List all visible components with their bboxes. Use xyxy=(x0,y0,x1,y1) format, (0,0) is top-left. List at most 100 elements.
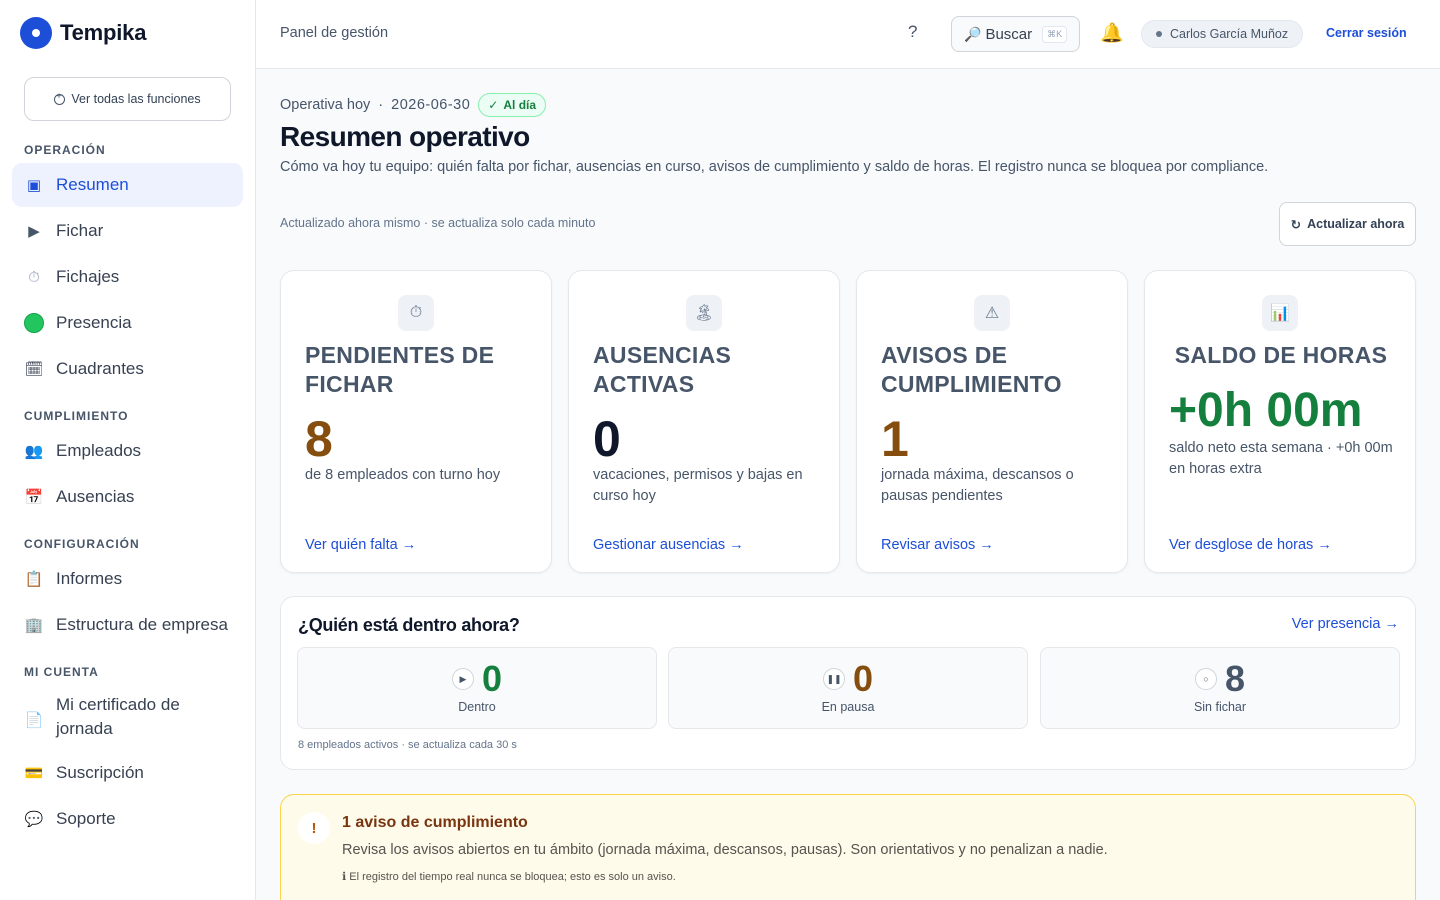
card-title: AVISOS DE CUMPLIMIENTO xyxy=(881,342,1062,397)
card-title: AUSENCIAS ACTIVAS xyxy=(593,342,732,397)
search-shortcut: ⌘K xyxy=(1042,25,1068,43)
clipboard-icon: 📋 xyxy=(24,571,44,588)
sidebar-item-label: Presencia xyxy=(56,313,132,332)
card-description: jornada máxima, descansos o pausas pendi… xyxy=(881,467,1074,504)
status-badge: ✓ Al día xyxy=(478,93,547,117)
stat-label: Sin fichar xyxy=(1193,700,1247,714)
sidebar-item-label: Estructura de empresa xyxy=(56,615,228,634)
building-icon: 🏢 xyxy=(24,617,44,634)
sidebar-item-cuadrantes[interactable]: 🗓 Cuadrantes xyxy=(12,347,243,391)
stat-label: Dentro xyxy=(458,700,496,714)
presence-stat-sin-fichar[interactable]: ○ 8 Sin fichar xyxy=(1040,647,1400,729)
sidebar-item-fichar[interactable]: ▶ Fichar xyxy=(12,209,243,253)
card-link[interactable]: Ver desglose de horas → xyxy=(1169,537,1332,553)
people-icon: 👥 xyxy=(24,443,44,460)
sidebar-item-empleados[interactable]: 👥 Empleados xyxy=(12,429,243,473)
presence-title: ¿Quién está dentro ahora? xyxy=(298,615,520,635)
user-menu[interactable]: Carlos García Muñoz xyxy=(1141,20,1304,48)
card-saldo: 📊 SALDO DE HORAS +0h 00m saldo neto esta… xyxy=(1144,270,1416,573)
help-icon[interactable]: ? xyxy=(908,22,917,42)
play-icon: ▶ xyxy=(28,223,40,240)
card-ausencias: 🏝 AUSENCIAS ACTIVAS 0 vacaciones, permis… xyxy=(568,270,840,573)
breadcrumb: Panel de gestión xyxy=(280,25,389,41)
refresh-button[interactable]: ↻ Actualizar ahora xyxy=(1279,202,1416,246)
all-features-button[interactable]: Ver todas las funciones xyxy=(24,77,231,121)
info-icon: ℹ xyxy=(342,871,347,883)
card-value: 8 xyxy=(305,411,333,467)
stat-value: 0 xyxy=(852,658,874,699)
presence-stat-dentro[interactable]: ▶ 0 Dentro xyxy=(297,647,657,729)
warning-note-text: El registro del tiempo real nunca se blo… xyxy=(349,871,676,883)
updated-text: Actualizado ahora mismo · se actualiza s… xyxy=(280,216,596,230)
search-label: Buscar xyxy=(985,25,1033,43)
sidebar-item-soporte[interactable]: 💬 Soporte xyxy=(12,797,243,841)
presence-panel: ¿Quién está dentro ahora? Ver presencia … xyxy=(280,596,1416,770)
stat-value: 0 xyxy=(481,658,503,699)
sidebar-item-label: Ausencias xyxy=(56,487,135,506)
sidebar-item-label: Soporte xyxy=(56,809,116,828)
stat-value: 8 xyxy=(1224,658,1246,699)
stat-label: En pausa xyxy=(821,700,875,714)
sidebar-item-label: Suscripción xyxy=(56,763,144,782)
section-label-operacion: OPERACIÓN xyxy=(24,143,106,157)
circle-icon: ○ xyxy=(1194,668,1217,690)
page-description: Cómo va hoy tu equipo: quién falta por f… xyxy=(280,159,1269,175)
sidebar-item-informes[interactable]: 📋 Informes xyxy=(12,557,243,601)
card-description: de 8 empleados con turno hoy xyxy=(305,467,501,483)
logout-link[interactable]: Cerrar sesión xyxy=(1326,26,1407,40)
refresh-icon: ↻ xyxy=(1290,217,1302,232)
app-logo[interactable]: Tempika xyxy=(20,16,146,50)
calendar-date-icon: 📅 xyxy=(24,489,44,506)
bell-icon[interactable]: 🔔 xyxy=(1100,21,1124,45)
sidebar-item-label: Fichajes xyxy=(56,267,120,286)
user-status-dot xyxy=(1156,31,1162,37)
status-date: 2026-06-30 xyxy=(391,97,471,113)
card-avisos: ⚠ AVISOS DE CUMPLIMIENTO 1 jornada máxim… xyxy=(856,270,1128,573)
credit-card-icon: 💳 xyxy=(24,765,44,782)
stopwatch-icon: ⏱ xyxy=(398,295,434,331)
section-label-cumplimiento: CUMPLIMIENTO xyxy=(24,409,129,423)
sidebar-item-resumen[interactable]: ▣ Resumen xyxy=(12,163,243,207)
sidebar: Tempika Ver todas las funciones OPERACIÓ… xyxy=(0,0,256,900)
play-icon: ▶ xyxy=(451,668,474,690)
warning-icon: ⚠ xyxy=(974,295,1010,331)
sidebar-item-label: Resumen xyxy=(56,175,129,194)
sidebar-item-label: Cuadrantes xyxy=(56,359,144,378)
sidebar-item-fichajes[interactable]: ⏱ Fichajes xyxy=(12,255,243,299)
pause-icon: ❚❚ xyxy=(822,668,845,690)
search-button[interactable]: 🔎 Buscar ⌘K xyxy=(951,16,1080,52)
top-header: Panel de gestión ? 🔎 Buscar ⌘K 🔔 Carlos … xyxy=(256,0,1440,69)
user-name: Carlos García Muñoz xyxy=(1170,27,1289,41)
all-features-label: Ver todas las funciones xyxy=(71,92,201,106)
presence-link[interactable]: Ver presencia → xyxy=(1292,616,1399,632)
sidebar-item-certificado[interactable]: 📄 Mi certificado de jornada xyxy=(12,689,243,745)
sidebar-item-estructura[interactable]: 🏢 Estructura de empresa xyxy=(12,603,243,647)
card-value: 1 xyxy=(881,411,909,467)
logo-icon xyxy=(20,17,52,49)
search-icon: 🔎 xyxy=(964,25,982,42)
stopwatch-icon: ⏱ xyxy=(28,268,40,286)
sidebar-item-label: Mi certificado de jornada xyxy=(56,695,180,738)
dashboard-icon: ▣ xyxy=(26,177,42,194)
page-title: Resumen operativo xyxy=(280,121,530,152)
warning-title: 1 aviso de cumplimiento xyxy=(342,814,528,831)
sidebar-item-presencia[interactable]: Presencia xyxy=(12,301,243,345)
refresh-label: Actualizar ahora xyxy=(1307,217,1405,231)
sidebar-item-ausencias[interactable]: 📅 Ausencias xyxy=(12,475,243,519)
warning-note: ℹ El registro del tiempo real nunca se b… xyxy=(342,870,676,883)
card-title: PENDIENTES DE FICHAR xyxy=(305,342,495,397)
card-link[interactable]: Revisar avisos → xyxy=(881,537,994,553)
presence-stat-pausa[interactable]: ❚❚ 0 En pausa xyxy=(668,647,1028,729)
card-value: +0h 00m xyxy=(1169,384,1363,437)
card-title: SALDO DE HORAS xyxy=(1174,342,1388,368)
sidebar-item-label: Informes xyxy=(56,569,123,588)
section-label-mi-cuenta: MI CUENTA xyxy=(24,665,99,679)
status-separator: · xyxy=(378,97,384,113)
status-row: Operativa hoy · 2026-06-30 ✓ Al día xyxy=(280,93,547,117)
speech-bubble-icon: 💬 xyxy=(24,811,44,828)
sidebar-item-suscripcion[interactable]: 💳 Suscripción xyxy=(12,751,243,795)
card-link[interactable]: Ver quién falta → xyxy=(305,537,416,553)
check-icon: ✓ xyxy=(488,98,499,112)
card-link[interactable]: Gestionar ausencias → xyxy=(593,537,744,553)
section-label-configuracion: CONFIGURACIÓN xyxy=(24,537,140,551)
